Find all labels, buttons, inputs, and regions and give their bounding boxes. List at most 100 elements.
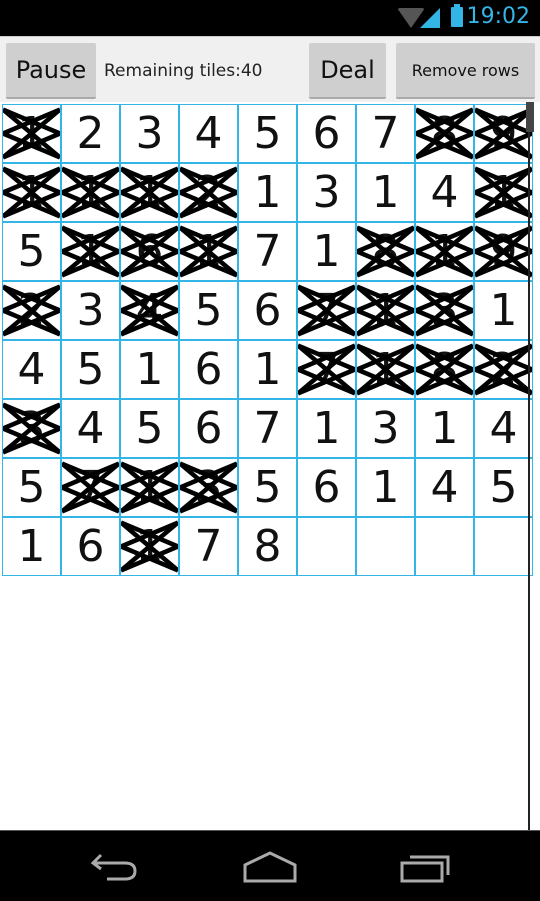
tile[interactable]: 1 xyxy=(238,163,297,222)
cross-out-mark xyxy=(357,225,414,278)
tile-crossed[interactable]: 2 xyxy=(2,281,61,340)
tile-crossed[interactable]: 1 xyxy=(179,222,238,281)
tile[interactable]: 3 xyxy=(297,163,356,222)
navigation-bar xyxy=(0,830,540,901)
tile[interactable]: 7 xyxy=(238,399,297,458)
tile-crossed[interactable]: 9 xyxy=(474,222,533,281)
pause-button[interactable]: Pause xyxy=(6,43,96,99)
tile[interactable]: 1 xyxy=(356,458,415,517)
tile-number: 3 xyxy=(76,285,105,336)
tile-crossed[interactable]: 1 xyxy=(415,222,474,281)
tile-crossed[interactable]: 3 xyxy=(2,399,61,458)
deal-button[interactable]: Deal xyxy=(309,43,386,99)
scrollbar-track[interactable] xyxy=(528,102,530,830)
tile[interactable]: 1 xyxy=(238,340,297,399)
remaining-tiles-label: Remaining tiles:40 xyxy=(104,61,263,81)
tile[interactable]: 4 xyxy=(61,399,120,458)
tile[interactable]: 5 xyxy=(2,458,61,517)
remove-rows-button[interactable]: Remove rows xyxy=(396,43,535,99)
tile[interactable]: 1 xyxy=(474,281,533,340)
tile[interactable]: 5 xyxy=(238,458,297,517)
tile-crossed[interactable]: 1 xyxy=(2,163,61,222)
tile[interactable]: 7 xyxy=(356,104,415,163)
tile[interactable]: 5 xyxy=(179,281,238,340)
tile-crossed[interactable]: 8 xyxy=(415,104,474,163)
tile-crossed[interactable]: 7 xyxy=(297,340,356,399)
tile[interactable]: 1 xyxy=(297,222,356,281)
tile[interactable]: 3 xyxy=(356,399,415,458)
recents-icon[interactable] xyxy=(396,849,456,885)
tile-number: 2 xyxy=(76,108,105,159)
tile[interactable]: 6 xyxy=(179,399,238,458)
cross-out-mark xyxy=(475,225,532,278)
cross-out-mark xyxy=(121,225,178,278)
tile-crossed[interactable]: 1 xyxy=(120,163,179,222)
tile-crossed[interactable]: 2 xyxy=(179,163,238,222)
tile-crossed[interactable]: 1 xyxy=(120,458,179,517)
home-icon[interactable] xyxy=(240,849,300,885)
tile-number: 5 xyxy=(76,344,105,395)
tile[interactable]: 6 xyxy=(297,104,356,163)
tile[interactable]: 5 xyxy=(2,222,61,281)
tile[interactable]: 6 xyxy=(61,517,120,576)
tile-crossed[interactable]: 1 xyxy=(2,104,61,163)
tile-crossed[interactable]: 1 xyxy=(356,281,415,340)
tile-crossed[interactable]: 8 xyxy=(415,340,474,399)
tile-crossed[interactable]: 6 xyxy=(120,222,179,281)
tile[interactable]: 5 xyxy=(474,458,533,517)
back-icon[interactable] xyxy=(85,849,145,885)
tile[interactable]: 5 xyxy=(120,399,179,458)
tile[interactable]: 1 xyxy=(415,399,474,458)
tile[interactable]: 4 xyxy=(415,163,474,222)
tile-crossed[interactable]: 8 xyxy=(356,222,415,281)
cross-out-mark xyxy=(475,107,532,160)
tile[interactable]: 7 xyxy=(238,222,297,281)
tile[interactable]: 6 xyxy=(238,281,297,340)
tile[interactable]: 4 xyxy=(415,458,474,517)
cross-out-mark xyxy=(121,461,178,514)
tile-crossed[interactable]: 1 xyxy=(61,222,120,281)
tile-number: 6 xyxy=(312,108,341,159)
tile[interactable]: 5 xyxy=(238,104,297,163)
tile[interactable]: 1 xyxy=(356,163,415,222)
cross-out-mark xyxy=(357,284,414,337)
tile-number: 4 xyxy=(430,167,459,218)
tile-crossed[interactable]: 1 xyxy=(474,163,533,222)
tile-crossed[interactable]: 7 xyxy=(61,458,120,517)
tile[interactable]: 1 xyxy=(120,340,179,399)
tile[interactable]: 3 xyxy=(61,281,120,340)
tile[interactable]: 8 xyxy=(238,517,297,576)
tile-number: 4 xyxy=(489,403,518,454)
tile[interactable]: 7 xyxy=(179,517,238,576)
status-time: 19:02 xyxy=(466,4,530,29)
tile-number: 1 xyxy=(135,344,164,395)
tile[interactable]: 1 xyxy=(2,517,61,576)
tile[interactable]: 1 xyxy=(297,399,356,458)
tile-crossed[interactable]: 1 xyxy=(120,517,179,576)
tile[interactable]: 3 xyxy=(120,104,179,163)
tile-number: 1 xyxy=(17,521,46,572)
cross-out-mark xyxy=(416,284,473,337)
tile-crossed[interactable]: 4 xyxy=(120,281,179,340)
tile[interactable]: 2 xyxy=(61,104,120,163)
tile[interactable]: 6 xyxy=(179,340,238,399)
tile-crossed[interactable]: 3 xyxy=(179,458,238,517)
tile[interactable]: 4 xyxy=(2,340,61,399)
tile-number: 1 xyxy=(312,403,341,454)
tile[interactable]: 5 xyxy=(61,340,120,399)
tile-crossed[interactable]: 1 xyxy=(356,340,415,399)
tile-crossed[interactable]: 2 xyxy=(474,340,533,399)
tile-crossed[interactable]: 1 xyxy=(61,163,120,222)
tile[interactable]: 6 xyxy=(297,458,356,517)
tile[interactable]: 4 xyxy=(179,104,238,163)
tile-number: 4 xyxy=(194,108,223,159)
cross-out-mark xyxy=(475,343,532,396)
tile-crossed[interactable]: 9 xyxy=(474,104,533,163)
empty-cell xyxy=(356,517,415,576)
tile-number: 5 xyxy=(17,462,46,513)
tile-crossed[interactable]: 3 xyxy=(415,281,474,340)
scrollbar-thumb[interactable] xyxy=(526,102,534,132)
tile-crossed[interactable]: 7 xyxy=(297,281,356,340)
tile-number: 8 xyxy=(253,521,282,572)
tile[interactable]: 4 xyxy=(474,399,533,458)
